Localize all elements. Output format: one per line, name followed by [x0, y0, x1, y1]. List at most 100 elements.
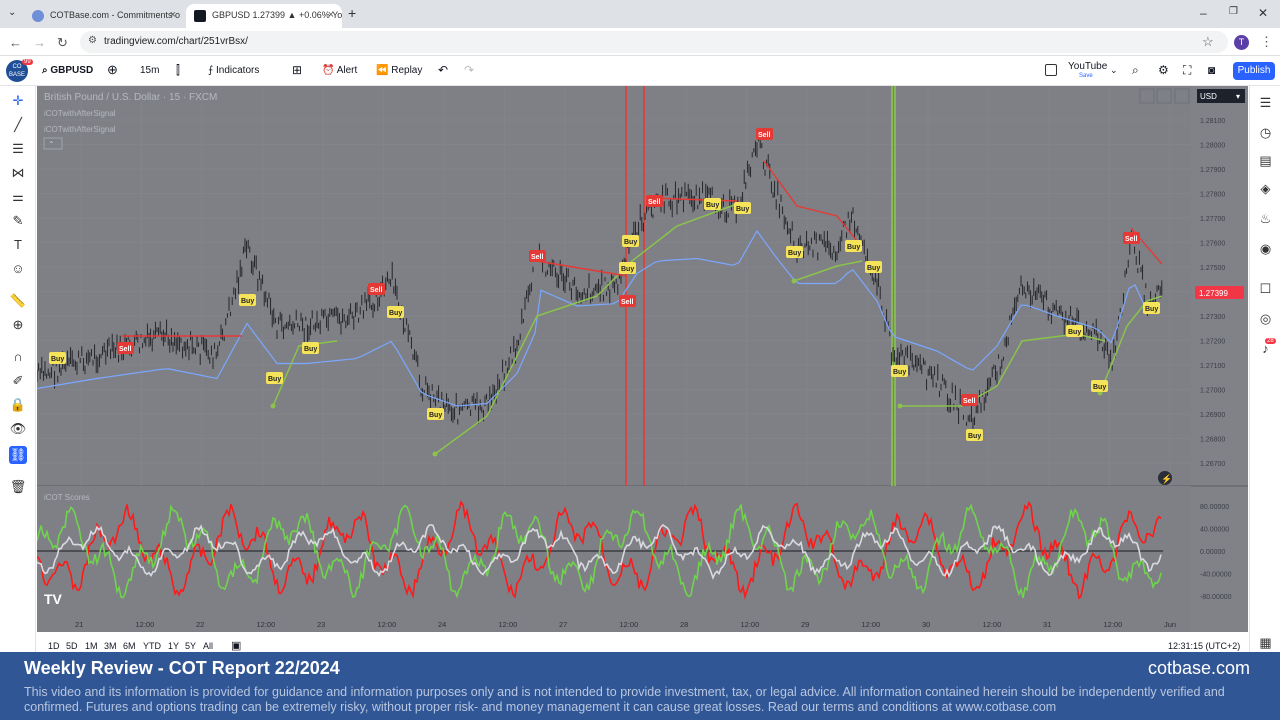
pattern-icon[interactable]: ⋈	[9, 164, 27, 182]
icot-scores-pane	[36, 486, 1191, 614]
tradingview-logo[interactable]: TV	[44, 591, 63, 607]
price-tick-label: 1.27800	[1200, 192, 1225, 199]
undo-icon[interactable]: ↶	[438, 63, 448, 77]
range-all[interactable]: All	[203, 641, 213, 651]
site-info-icon[interactable]: ⚙	[88, 35, 97, 46]
lightning-glyph: ⚡	[1161, 473, 1172, 485]
time-tick-label: Jun	[1164, 620, 1176, 629]
tab-cotbase[interactable]: COTBase.com - Commitments o ×	[24, 4, 184, 28]
time-tick-label: 12:00	[620, 620, 639, 629]
crosshair-icon[interactable]: ✛	[9, 92, 27, 110]
layout-name[interactable]: YouTube	[1068, 61, 1107, 72]
trail-start-dot	[897, 403, 903, 409]
templates-grid-icon[interactable]: ⊞	[292, 63, 302, 77]
range-1y[interactable]: 1Y	[168, 641, 179, 651]
sell-signal-label: Sell	[758, 132, 771, 139]
minimize-icon[interactable]: –	[1200, 6, 1207, 20]
compare-plus-icon[interactable]: ⊕	[107, 62, 118, 78]
back-icon[interactable]: ←	[9, 35, 22, 50]
date-range-bar: 1D 5D 1M 3M 6M YTD 1Y 5Y All ▣ 12:31:15 …	[37, 637, 1248, 653]
data-window-icon[interactable]: ▤	[1257, 152, 1274, 169]
indicators-button[interactable]: ⨍ Indicators	[208, 65, 259, 76]
sell-signal-label: Sell	[648, 199, 661, 206]
range-5y[interactable]: 5Y	[185, 641, 196, 651]
right-sidebar: ☰ ◷ ▤ ◈ ♨ ◉ ☐ ◎ ♪ 28 ▦	[1249, 86, 1280, 652]
price-chart-svg[interactable]: Buy Sell Buy Buy Buy Sell Buy Buy Sell Buy Sell Buy…	[36, 86, 1248, 632]
range-6m[interactable]: 6M	[123, 641, 136, 651]
text-tool-icon[interactable]: T	[9, 236, 27, 254]
buy-signal-label: Buy	[847, 244, 860, 251]
range-1m[interactable]: 1M	[85, 641, 98, 651]
buy-signal-label: Buy	[968, 433, 981, 440]
reload-icon[interactable]: ↻	[57, 35, 68, 51]
trend-line-icon[interactable]: ╱	[9, 116, 27, 134]
calendar-icon[interactable]: ▦	[1257, 634, 1274, 651]
sync-link-icon[interactable]: ⛓	[9, 446, 27, 464]
ideas-bulb-icon[interactable]: ◉	[1257, 240, 1274, 257]
close-icon[interactable]: ×	[170, 9, 176, 21]
interval-button[interactable]: 15m	[140, 65, 159, 76]
main-pane-bg	[37, 86, 1191, 486]
fullscreen-icon[interactable]: ⛶	[1183, 63, 1191, 78]
hotlists-flame-icon[interactable]: ♨	[1257, 210, 1274, 227]
layout-save-status: Save	[1079, 73, 1093, 79]
tab-gbpusd[interactable]: GBPUSD 1.27399 ▲ +0.06% Yo ×	[186, 4, 342, 28]
replay-button[interactable]: ⏪ Replay	[376, 65, 422, 76]
range-ytd[interactable]: YTD	[143, 641, 161, 651]
url-field[interactable]: ⚙ tradingview.com/chart/251vrBsx/	[80, 31, 1228, 53]
chevron-up-icon[interactable]: ⌃	[48, 140, 55, 149]
candle-type-icon[interactable]: ⫿	[176, 63, 180, 78]
indicator-legend-1[interactable]: iCOTwithAfterSignal	[44, 109, 116, 118]
close-icon[interactable]: ×	[328, 9, 334, 21]
profile-avatar[interactable]: T	[1234, 35, 1249, 50]
time-tick-label: 21	[75, 620, 83, 629]
stay-in-drawing-icon[interactable]: ✐	[9, 372, 27, 390]
brush-icon[interactable]: ✎	[9, 212, 27, 230]
magnet-icon[interactable]: ∩	[9, 348, 27, 366]
bookmark-star-icon[interactable]: ☆	[1202, 34, 1214, 50]
object-tree-icon[interactable]: ◈	[1257, 180, 1274, 197]
symbol-search-button[interactable]: ⌕ GBPUSD	[42, 65, 93, 76]
quick-search-icon[interactable]: ⌕	[1132, 63, 1139, 78]
trash-icon[interactable]: 🗑	[9, 478, 27, 496]
range-1d[interactable]: 1D	[48, 641, 60, 651]
emoji-icon[interactable]: ☺	[9, 260, 27, 278]
time-tick-label: 24	[438, 620, 446, 629]
range-5d[interactable]: 5D	[66, 641, 78, 651]
hide-drawings-eye-icon[interactable]: 👁	[9, 420, 27, 438]
new-tab-button[interactable]: +	[348, 5, 356, 21]
sub-pane-title[interactable]: iCOT Scores	[44, 493, 90, 502]
zoom-in-icon[interactable]: ⊕	[9, 316, 27, 334]
prediction-icon[interactable]: ⚌	[9, 188, 27, 206]
layout-chevron-icon[interactable]: ⌄	[1110, 65, 1118, 76]
lock-drawings-icon[interactable]: 🔒	[9, 396, 27, 414]
indicator-legend-2[interactable]: iCOTwithAfterSignal	[44, 125, 116, 134]
pine-editor-icon[interactable]: ◎	[1257, 310, 1274, 327]
window-close-icon[interactable]: ✕	[1258, 6, 1268, 20]
price-tick-label: 1.27700	[1200, 216, 1225, 223]
watchlist-icon[interactable]: ☰	[1257, 94, 1274, 111]
video-banner: Weekly Review - COT Report 22/2024 cotba…	[0, 652, 1280, 720]
alerts-clock-icon[interactable]: ◷	[1257, 124, 1274, 141]
settings-gear-icon[interactable]: ⚙	[1158, 63, 1169, 77]
go-to-date-calendar-icon[interactable]: ▣	[231, 639, 241, 652]
snapshot-camera-icon[interactable]: ◙	[1208, 63, 1215, 77]
tab-list-chevron-icon[interactable]: ⌄	[8, 7, 16, 18]
restore-icon[interactable]: ❐	[1229, 6, 1238, 17]
time-tick-label: 12:00	[862, 620, 881, 629]
redo-icon[interactable]: ↷	[464, 63, 474, 77]
chats-icon[interactable]: ☐	[1257, 280, 1274, 297]
score-tick-label: -80.00000	[1200, 594, 1232, 601]
browser-menu-icon[interactable]: ⋮	[1260, 34, 1273, 50]
range-3m[interactable]: 3M	[104, 641, 117, 651]
fib-retracement-icon[interactable]: ☰	[9, 140, 27, 158]
ruler-icon[interactable]: 📏	[9, 292, 27, 310]
publish-button[interactable]: Publish	[1233, 62, 1275, 80]
forward-icon[interactable]: →	[33, 35, 46, 50]
layout-checkbox-icon[interactable]	[1045, 64, 1057, 76]
chart-area[interactable]: Buy Sell Buy Buy Buy Sell Buy Buy Sell Buy Sell Buy…	[36, 86, 1248, 632]
alert-button[interactable]: ⏰ Alert	[322, 65, 357, 76]
buy-signal-label: Buy	[736, 206, 749, 213]
instrument-title[interactable]: British Pound / U.S. Dollar · 15 · FXCM	[44, 92, 217, 103]
buy-signal-label: Buy	[621, 266, 634, 273]
